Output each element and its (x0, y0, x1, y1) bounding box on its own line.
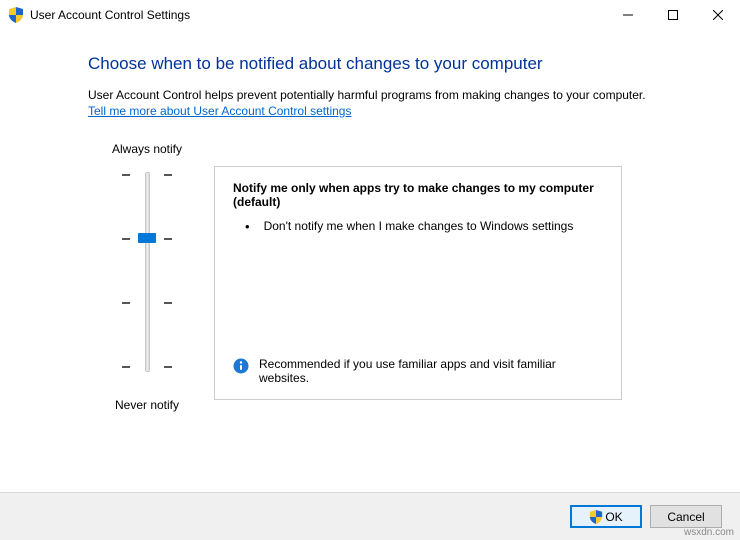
ok-button-label: OK (605, 510, 622, 524)
level-bullet: • Don't notify me when I make changes to… (245, 219, 603, 234)
maximize-icon (668, 10, 678, 20)
slider-tick (122, 302, 172, 304)
window-title: User Account Control Settings (30, 8, 190, 22)
slider-column: Always notify Never notify (88, 142, 206, 412)
slider-top-label: Always notify (112, 142, 182, 156)
notification-level-slider[interactable] (122, 168, 172, 388)
bullet-dot-icon: • (245, 219, 250, 234)
watermark: wsxdn.com (684, 527, 734, 538)
content-area: Choose when to be notified about changes… (0, 30, 740, 412)
slider-bottom-label: Never notify (115, 398, 179, 412)
minimize-icon (623, 10, 633, 20)
uac-shield-icon (589, 510, 603, 524)
level-title: Notify me only when apps try to make cha… (233, 181, 603, 209)
footer-bar: OK Cancel (0, 492, 740, 540)
slider-zone: Always notify Never notify Notify me onl… (88, 142, 700, 412)
close-icon (713, 10, 723, 20)
page-heading: Choose when to be notified about changes… (88, 54, 700, 74)
slider-track (145, 172, 150, 372)
level-bullet-text: Don't notify me when I make changes to W… (264, 219, 603, 234)
close-button[interactable] (695, 0, 740, 29)
recommendation-row: Recommended if you use familiar apps and… (233, 357, 603, 385)
recommendation-text: Recommended if you use familiar apps and… (259, 357, 603, 385)
slider-thumb[interactable] (138, 233, 156, 243)
cancel-button[interactable]: Cancel (650, 505, 722, 528)
learn-more-link[interactable]: Tell me more about User Account Control … (88, 104, 351, 118)
level-description-panel: Notify me only when apps try to make cha… (214, 166, 622, 400)
window-buttons (605, 0, 740, 29)
ok-button[interactable]: OK (570, 505, 642, 528)
uac-shield-icon (8, 7, 24, 23)
slider-tick (122, 366, 172, 368)
info-icon (233, 358, 249, 374)
cancel-button-label: Cancel (667, 510, 704, 524)
titlebar: User Account Control Settings (0, 0, 740, 30)
maximize-button[interactable] (650, 0, 695, 29)
minimize-button[interactable] (605, 0, 650, 29)
page-description: User Account Control helps prevent poten… (88, 88, 700, 102)
slider-tick (122, 174, 172, 176)
